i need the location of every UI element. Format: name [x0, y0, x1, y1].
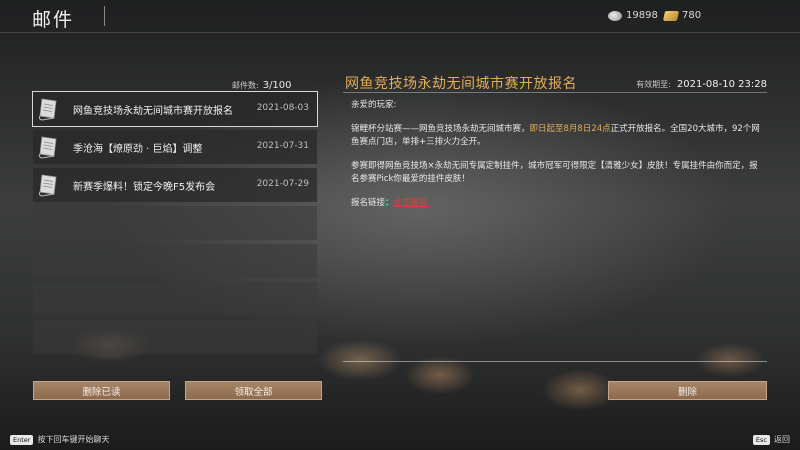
para1-text-a: 锦鲤杯分站赛——网鱼竞技场永劫无间城市赛， — [351, 123, 530, 134]
mail-body: 亲爱的玩家: 锦鲤杯分站赛——网鱼竞技场永劫无间城市赛，即日起至8月8日24点正… — [351, 99, 763, 220]
mail-subject: 网鱼竞技场永劫无间城市赛开放报名 — [73, 106, 233, 117]
mail-date: 2021-07-31 — [256, 141, 309, 151]
gold-currency: 780 — [662, 10, 702, 21]
mail-count-label: 邮件数: — [232, 81, 259, 90]
mail-item[interactable]: 季沧海【燎原劲 · 巨焰】调整 2021-07-31 — [33, 130, 317, 164]
mail-date: 2021-07-29 — [256, 179, 309, 189]
para1-highlight: 即日起至8月8日24点 — [529, 123, 611, 134]
signup-link[interactable]: 点击报名 — [394, 198, 428, 208]
mail-subject: 新赛季爆料！锁定今晚F5发布会 — [73, 182, 216, 193]
detail-bottom-divider — [343, 361, 767, 362]
signup-link-row: 报名链接：点击报名 — [351, 197, 763, 211]
chat-hint-text: 按下回车键开始聊天 — [37, 435, 110, 444]
title-divider — [104, 6, 105, 26]
silver-amount: 19898 — [626, 10, 658, 21]
page-title: 邮件 — [32, 9, 75, 31]
mail-item[interactable]: 新赛季爆料！锁定今晚F5发布会 2021-07-29 — [33, 168, 317, 202]
delete-button[interactable]: 删除 — [608, 381, 767, 400]
mail-count-value: 3/100 — [262, 80, 292, 91]
mail-subject: 季沧海【燎原劲 · 巨焰】调整 — [73, 144, 203, 155]
mail-item[interactable]: 网鱼竞技场永劫无间城市赛开放报名 2021-08-03 — [32, 91, 318, 127]
delete-read-button[interactable]: 删除已读 — [33, 381, 170, 400]
empty-mail-slot — [33, 320, 317, 354]
header-bar: 邮件 19898 780 — [0, 0, 800, 34]
enter-key-icon: Enter — [10, 434, 34, 445]
mail-paragraph-1: 锦鲤杯分站赛——网鱼竞技场永劫无间城市赛，即日起至8月8日24点正式开放报名。全… — [351, 123, 763, 150]
chat-hint: Enter 按下回车键开始聊天 — [10, 434, 109, 445]
empty-mail-slot — [33, 282, 317, 316]
empty-mail-slot — [33, 244, 317, 278]
scroll-mail-icon — [38, 136, 57, 159]
mail-detail-title: 网鱼竞技场永劫无间城市赛开放报名 — [345, 76, 577, 92]
signup-link-label: 报名链接： — [351, 197, 394, 208]
header-divider — [0, 32, 800, 33]
mail-paragraph-2: 参赛即得网鱼竞技场×永劫无间专属定制挂件，城市冠军可得限定【清雅少女】皮肤！专属… — [351, 160, 758, 185]
mail-date: 2021-08-03 — [256, 103, 309, 113]
mail-count: 邮件数: 3/100 — [232, 80, 292, 91]
expiry-info: 有效期至: 2021-08-10 23:28 — [636, 79, 767, 90]
esc-key-icon: Esc — [752, 434, 770, 445]
mail-greeting: 亲爱的玩家: — [351, 100, 397, 110]
empty-mail-slot — [33, 206, 317, 240]
mail-list: 网鱼竞技场永劫无间城市赛开放报名 2021-08-03 季沧海【燎原劲 · 巨焰… — [32, 91, 318, 358]
scroll-mail-icon — [38, 174, 57, 197]
silver-currency: 19898 — [608, 10, 658, 21]
silver-coin-icon — [608, 10, 622, 21]
detail-divider — [343, 92, 767, 93]
back-hint-text: 返回 — [774, 435, 790, 444]
expiry-value: 2021-08-10 23:28 — [676, 79, 767, 90]
scroll-mail-icon — [38, 98, 57, 121]
collect-all-button[interactable]: 领取全部 — [185, 381, 322, 400]
back-hint[interactable]: Esc 返回 — [752, 434, 790, 445]
gold-amount: 780 — [682, 10, 702, 21]
gold-bar-icon — [662, 10, 680, 21]
expiry-label: 有效期至: — [636, 80, 671, 89]
